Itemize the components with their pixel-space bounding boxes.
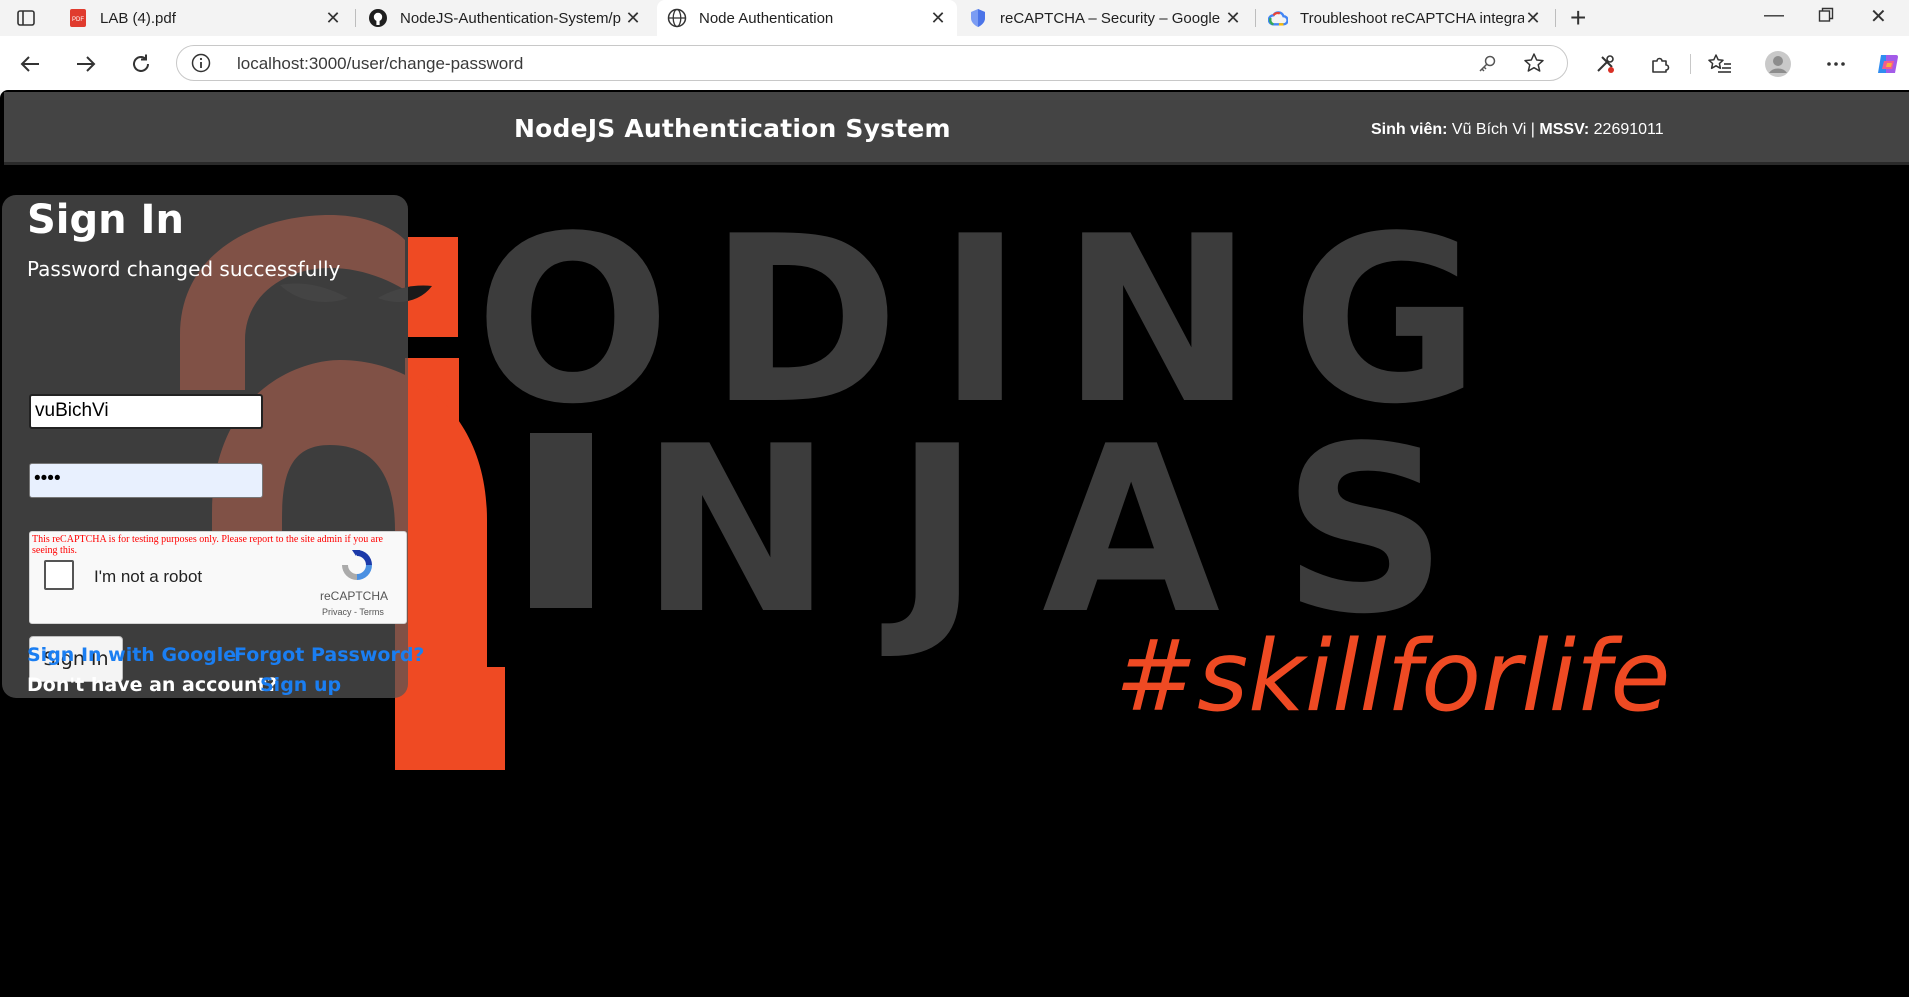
recaptcha-logo-icon bbox=[338, 546, 376, 589]
pdf-icon: PDF bbox=[68, 8, 88, 28]
tab-title: LAB (4).pdf bbox=[100, 9, 176, 27]
tab-strip: PDF LAB (4).pdf ✕ NodeJS-Authentication-… bbox=[0, 0, 1909, 36]
close-icon[interactable]: ✕ bbox=[1524, 8, 1542, 29]
tab-separator bbox=[355, 9, 356, 27]
tab-title: reCAPTCHA – Security – Google C bbox=[1000, 9, 1224, 27]
tab-recaptcha-security[interactable]: reCAPTCHA – Security – Google C ✕ bbox=[958, 0, 1252, 36]
recaptcha-terms-link[interactable]: Terms bbox=[359, 607, 384, 617]
info-separator: | bbox=[1530, 121, 1535, 138]
student-info: Sinh viên: Vũ Bích Vi | MSSV: 22691011 bbox=[1371, 121, 1664, 139]
reload-button[interactable] bbox=[127, 50, 155, 78]
forward-button[interactable] bbox=[72, 50, 100, 78]
student-id-label: MSSV: bbox=[1539, 121, 1590, 138]
tab-title: Node Authentication bbox=[699, 9, 834, 27]
favorites-list-icon bbox=[1708, 54, 1731, 73]
student-name: Vũ Bích Vi bbox=[1451, 121, 1527, 138]
key-icon[interactable] bbox=[1477, 54, 1497, 79]
close-icon[interactable]: ✕ bbox=[1224, 8, 1242, 29]
restore-icon bbox=[1818, 7, 1834, 22]
favorites-button[interactable] bbox=[1706, 50, 1734, 78]
forgot-password-link[interactable]: Forgot Password? bbox=[234, 644, 424, 666]
restore-button[interactable] bbox=[1818, 6, 1834, 29]
extensions-button[interactable] bbox=[1646, 50, 1674, 78]
tab-separator bbox=[1255, 9, 1256, 27]
tab-separator bbox=[1555, 9, 1556, 27]
page-viewport: ODING NJAS #skillforlife NodeJS Authenti… bbox=[0, 90, 1909, 997]
tab-title: Troubleshoot reCAPTCHA integrat bbox=[1300, 9, 1524, 27]
tagline-skill-for-life: #skillforlife bbox=[1115, 620, 1671, 734]
browser-essentials-button[interactable] bbox=[1591, 50, 1619, 78]
browser-toolbar: localhost:3000/user/change-password bbox=[0, 36, 1909, 90]
student-label: Sinh viên: bbox=[1371, 121, 1448, 138]
address-bar[interactable]: localhost:3000/user/change-password bbox=[176, 45, 1568, 81]
reload-icon bbox=[133, 54, 149, 72]
success-message: Password changed successfully bbox=[27, 257, 341, 281]
back-button[interactable] bbox=[16, 50, 44, 78]
tab-troubleshoot-recaptcha[interactable]: Troubleshoot reCAPTCHA integrat ✕ bbox=[1258, 0, 1552, 36]
toolbar-divider bbox=[1690, 54, 1691, 74]
url-text[interactable]: localhost:3000/user/change-password bbox=[237, 54, 523, 74]
signin-panel: Sign In Password changed successfully vu… bbox=[2, 195, 424, 698]
favorite-star-icon[interactable] bbox=[1523, 52, 1545, 79]
profile-button[interactable] bbox=[1764, 50, 1792, 78]
arrow-right-icon bbox=[77, 56, 96, 72]
github-icon bbox=[368, 8, 388, 28]
puzzle-icon bbox=[1652, 57, 1670, 73]
close-icon[interactable]: ✕ bbox=[324, 8, 342, 29]
signup-link[interactable]: Sign up bbox=[260, 674, 341, 696]
close-icon[interactable]: ✕ bbox=[929, 8, 947, 29]
recaptcha-label: I'm not a robot bbox=[94, 567, 203, 586]
student-id: 22691011 bbox=[1593, 121, 1664, 138]
svg-text:PDF: PDF bbox=[72, 17, 84, 23]
recaptcha-brand: reCAPTCHA bbox=[320, 589, 389, 603]
tab-title: NodeJS-Authentication-System/p bbox=[400, 9, 621, 27]
minimize-button[interactable]: — bbox=[1764, 4, 1784, 27]
signin-heading: Sign In bbox=[27, 197, 184, 243]
site-header: NodeJS Authentication System Sinh viên: … bbox=[4, 92, 1909, 165]
avatar-icon bbox=[1765, 51, 1791, 77]
window-close-button[interactable]: ✕ bbox=[1870, 4, 1887, 29]
close-icon[interactable]: ✕ bbox=[624, 8, 642, 29]
tab-actions-button[interactable] bbox=[12, 6, 40, 30]
shield-icon bbox=[968, 8, 988, 28]
site-info-icon[interactable] bbox=[191, 53, 211, 78]
username-input[interactable]: vuBichVi bbox=[29, 394, 263, 429]
recaptcha-privacy-link[interactable]: Privacy bbox=[322, 607, 352, 617]
recaptcha-widget: This reCAPTCHA is for testing purposes o… bbox=[29, 531, 407, 624]
recaptcha-checkbox[interactable] bbox=[44, 560, 74, 590]
tab-node-authentication[interactable]: Node Authentication ✕ bbox=[657, 0, 957, 36]
new-tab-button[interactable]: + bbox=[1570, 4, 1586, 32]
tab-github[interactable]: NodeJS-Authentication-System/p ✕ bbox=[358, 0, 652, 36]
tools-icon bbox=[1597, 55, 1614, 73]
google-signin-link[interactable]: Sign In with Google bbox=[27, 644, 236, 666]
tab-actions-icon bbox=[17, 10, 35, 26]
copilot-icon bbox=[1878, 55, 1898, 73]
password-input[interactable]: •••• bbox=[29, 463, 263, 498]
arrow-left-icon bbox=[20, 56, 39, 72]
copilot-button[interactable] bbox=[1874, 50, 1902, 78]
recaptcha-legal-links: Privacy - Terms bbox=[322, 607, 384, 617]
background-letter-stroke bbox=[530, 433, 592, 608]
no-account-text: Don't have an account? bbox=[27, 674, 278, 696]
globe-icon bbox=[667, 8, 687, 28]
more-icon bbox=[1827, 62, 1845, 66]
site-title: NodeJS Authentication System bbox=[514, 114, 951, 143]
google-cloud-icon bbox=[1268, 8, 1288, 28]
settings-menu-button[interactable] bbox=[1822, 50, 1850, 78]
tab-pdf[interactable]: PDF LAB (4).pdf ✕ bbox=[58, 0, 352, 36]
